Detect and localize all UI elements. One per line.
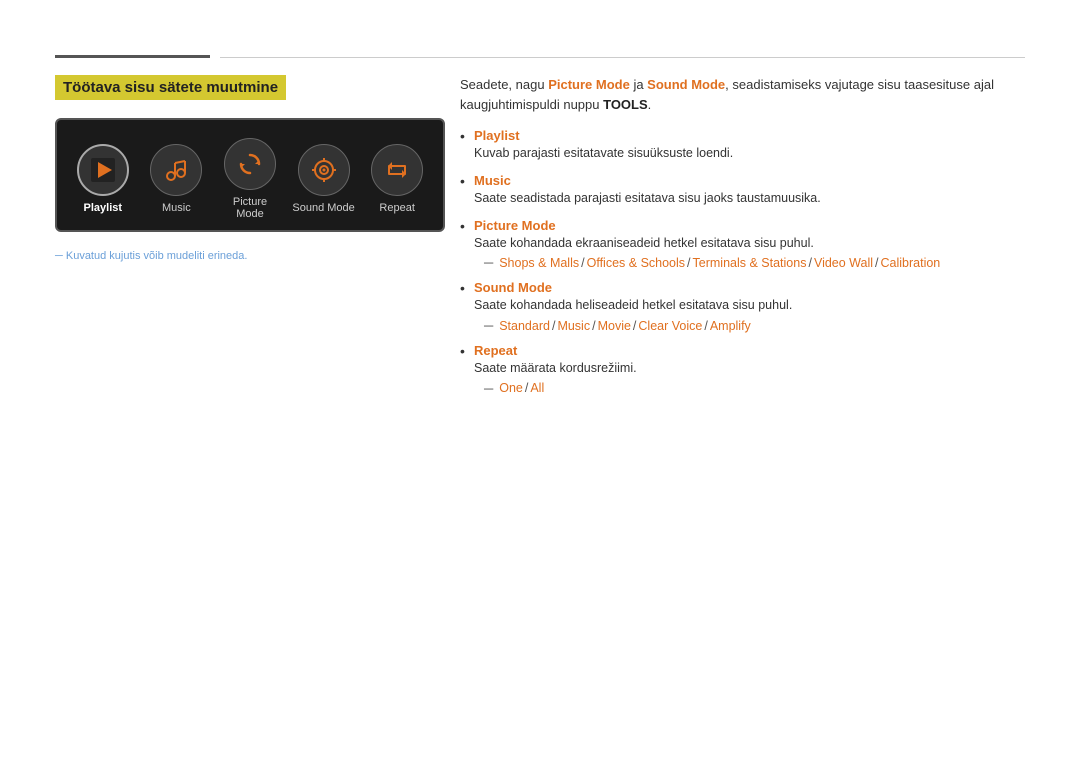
repeat-dash: ─: [484, 381, 493, 396]
intro-period: .: [648, 97, 652, 112]
left-column: Töötava sisu sätete muutmine Playlist: [55, 75, 445, 262]
intro-mid1: ja: [630, 77, 647, 92]
playlist-label: Playlist: [84, 202, 123, 214]
sound-mode-icon-circle: [298, 144, 350, 196]
sound-mode-icon: [310, 156, 338, 184]
player-item-music[interactable]: Music: [145, 144, 209, 214]
feature-music-desc: Saate seadistada parajasti esitatava sis…: [474, 189, 1025, 208]
feature-repeat-name: Repeat: [474, 343, 1025, 358]
intro-picture-mode: Picture Mode: [548, 77, 630, 92]
intro-text: Seadete, nagu Picture Mode ja Sound Mode…: [460, 75, 1025, 114]
feature-picture-mode: Picture Mode Saate kohandada ekraanisead…: [460, 218, 1025, 271]
feature-repeat: Repeat Saate määrata kordusrežiimi. ─ On…: [460, 343, 1025, 396]
note-text: Kuvatud kujutis võib mudeliti erineda.: [55, 250, 445, 262]
picture-mode-opt-1: Shops & Malls: [499, 256, 579, 270]
player-item-picture-mode[interactable]: Picture Mode: [218, 138, 282, 220]
repeat-opt-2: All: [530, 381, 544, 395]
feature-playlist: Playlist Kuvab parajasti esitatavate sis…: [460, 128, 1025, 163]
picture-mode-label: Picture Mode: [218, 196, 282, 220]
right-column: Seadete, nagu Picture Mode ja Sound Mode…: [460, 75, 1025, 406]
picture-mode-sub-options: ─ Shops & Malls / Offices & Schools / Te…: [474, 255, 1025, 270]
picture-mode-opt-2: Offices & Schools: [587, 256, 685, 270]
feature-sound-mode-desc: Saate kohandada heliseadeid hetkel esita…: [474, 296, 1025, 315]
picture-mode-opt-3: Terminals & Stations: [693, 256, 807, 270]
sound-mode-opt-1: Standard: [499, 319, 550, 333]
sound-mode-opt-3: Movie: [598, 319, 631, 333]
feature-list: Playlist Kuvab parajasti esitatavate sis…: [460, 128, 1025, 396]
top-rule-right: [220, 57, 1025, 58]
feature-picture-mode-name: Picture Mode: [474, 218, 1025, 233]
picture-mode-dash: ─: [484, 255, 493, 270]
music-icon-circle: [150, 144, 202, 196]
repeat-sub-options: ─ One / All: [474, 381, 1025, 396]
feature-picture-mode-desc: Saate kohandada ekraaniseadeid hetkel es…: [474, 234, 1025, 253]
feature-sound-mode: Sound Mode Saate kohandada heliseadeid h…: [460, 280, 1025, 333]
sound-mode-dash: ─: [484, 318, 493, 333]
player-item-repeat[interactable]: Repeat: [365, 144, 429, 214]
repeat-label: Repeat: [379, 202, 414, 214]
sound-mode-sub-options: ─ Standard / Music / Movie / Clear Voice…: [474, 318, 1025, 333]
picture-mode-opt-5: Calibration: [881, 256, 941, 270]
feature-sound-mode-name: Sound Mode: [474, 280, 1025, 295]
feature-music: Music Saate seadistada parajasti esitata…: [460, 173, 1025, 208]
sound-mode-label: Sound Mode: [292, 202, 354, 214]
feature-music-name: Music: [474, 173, 1025, 188]
player-box: Playlist Music: [55, 118, 445, 232]
picture-mode-icon-circle: [224, 138, 276, 190]
intro-pre: Seadete, nagu: [460, 77, 548, 92]
picture-mode-opt-4: Video Wall: [814, 256, 873, 270]
repeat-icon-circle: [371, 144, 423, 196]
sound-mode-opt-4: Clear Voice: [638, 319, 702, 333]
music-icon: [162, 156, 190, 184]
feature-playlist-desc: Kuvab parajasti esitatavate sisuüksuste …: [474, 144, 1025, 163]
intro-tools: TOOLS: [603, 97, 648, 112]
repeat-opt-1: One: [499, 381, 523, 395]
music-label: Music: [162, 202, 191, 214]
intro-sound-mode: Sound Mode: [647, 77, 725, 92]
page-container: Töötava sisu sätete muutmine Playlist: [0, 0, 1080, 763]
picture-mode-icon: [236, 150, 264, 178]
sound-mode-opt-5: Amplify: [710, 319, 751, 333]
player-item-playlist[interactable]: Playlist: [71, 144, 135, 214]
feature-playlist-name: Playlist: [474, 128, 1025, 143]
top-rule-left: [55, 55, 210, 58]
sound-mode-opt-2: Music: [557, 319, 590, 333]
feature-repeat-desc: Saate määrata kordusrežiimi.: [474, 359, 1025, 378]
section-title: Töötava sisu sätete muutmine: [55, 75, 286, 100]
play-icon: [89, 156, 117, 184]
repeat-icon: [383, 156, 411, 184]
playlist-icon-circle: [77, 144, 129, 196]
player-item-sound-mode[interactable]: Sound Mode: [292, 144, 356, 214]
